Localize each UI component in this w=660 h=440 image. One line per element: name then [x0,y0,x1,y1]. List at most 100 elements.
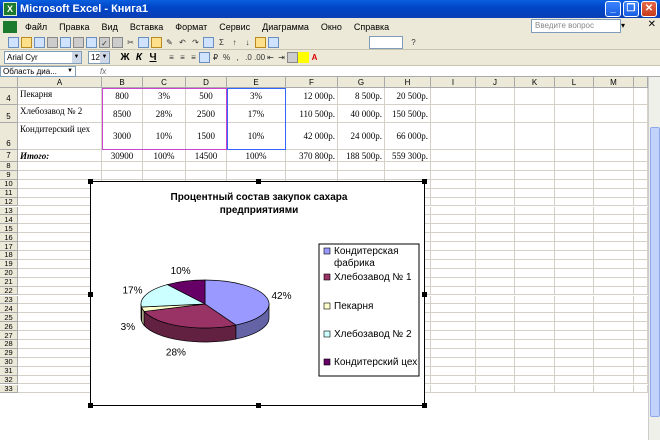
table-cell[interactable] [286,162,338,171]
table-cell[interactable] [555,123,594,150]
table-cell[interactable] [555,286,594,296]
table-cell[interactable] [476,206,515,216]
align-center-icon[interactable]: ≡ [177,52,188,63]
table-cell[interactable] [515,105,555,123]
table-cell[interactable] [634,286,648,296]
table-cell[interactable] [476,123,515,150]
table-cell[interactable] [431,162,476,171]
table-cell[interactable] [476,304,515,314]
table-cell[interactable] [634,105,648,123]
table-cell[interactable] [634,313,648,323]
table-cell[interactable] [18,162,102,171]
table-cell[interactable] [476,286,515,296]
table-cell[interactable] [594,123,634,150]
table-cell[interactable] [555,251,594,260]
table-cell[interactable] [515,150,555,162]
italic-button[interactable]: К [132,51,146,64]
table-cell[interactable] [555,348,594,358]
table-cell[interactable] [515,304,555,314]
table-cell[interactable] [594,233,634,243]
table-cell[interactable] [594,242,634,251]
table-cell[interactable]: 28% [143,105,186,123]
table-cell[interactable] [515,233,555,243]
table-cell[interactable]: 3% [143,88,186,105]
table-cell[interactable] [555,304,594,314]
table-cell[interactable] [431,259,476,269]
table-cell[interactable]: 100% [143,150,186,162]
table-cell[interactable]: 1500 [186,123,227,150]
table-cell[interactable] [515,242,555,251]
menu-format[interactable]: Формат [169,22,213,32]
copy-icon[interactable] [138,36,149,48]
row-header[interactable]: 7 [0,150,18,162]
table-cell[interactable] [431,251,476,260]
table-cell[interactable] [634,268,648,278]
table-cell[interactable] [143,162,186,171]
table-cell[interactable]: 42 000р. [286,123,338,150]
table-cell[interactable] [594,179,634,189]
align-left-icon[interactable]: ≡ [166,52,177,63]
table-cell[interactable]: 800 [102,88,143,105]
column-header-j[interactable]: J [476,77,515,88]
table-cell[interactable] [431,233,476,243]
table-cell[interactable] [431,348,476,358]
table-cell[interactable] [594,259,634,269]
table-cell[interactable] [476,188,515,198]
resize-handle[interactable] [422,292,427,297]
table-cell[interactable] [634,295,648,305]
table-cell[interactable]: Итого: [18,150,102,162]
column-header-i[interactable]: I [431,77,476,88]
table-cell[interactable] [594,348,634,358]
hyperlink-icon[interactable] [203,36,214,48]
table-cell[interactable] [634,277,648,287]
borders-icon[interactable] [287,52,298,63]
fx-icon[interactable]: fx [100,66,106,77]
email-icon[interactable] [60,36,71,48]
print-icon[interactable] [73,36,84,48]
table-cell[interactable] [515,224,555,234]
table-cell[interactable]: 150 500р. [385,105,431,123]
column-header-a[interactable]: A [18,77,102,88]
table-cell[interactable] [431,295,476,305]
table-cell[interactable] [476,313,515,323]
table-cell[interactable] [227,162,286,171]
resize-handle[interactable] [256,179,261,184]
table-cell[interactable] [594,286,634,296]
undo-icon[interactable]: ↶ [177,37,188,48]
table-cell[interactable] [431,304,476,314]
table-cell[interactable] [476,357,515,367]
column-header-h[interactable]: H [385,77,431,88]
drawing-icon[interactable] [268,36,279,48]
table-cell[interactable] [338,170,385,180]
currency-icon[interactable]: ₽ [210,52,221,63]
table-cell[interactable] [515,179,555,189]
table-cell[interactable] [555,215,594,225]
table-cell[interactable] [431,179,476,189]
font-color-icon[interactable]: A [309,52,320,63]
table-cell[interactable]: 17% [227,105,286,123]
table-cell[interactable] [431,88,476,105]
legend-entry[interactable]: Кондитерский цех [334,357,417,368]
table-cell[interactable] [594,268,634,278]
table-cell[interactable] [634,123,648,150]
table-cell[interactable] [431,366,476,376]
help-icon[interactable]: ? [408,37,419,48]
table-cell[interactable] [594,331,634,340]
cut-icon[interactable]: ✂ [125,37,136,48]
table-cell[interactable] [286,170,338,180]
menu-view[interactable]: Вид [96,22,124,32]
table-cell[interactable] [476,277,515,287]
table-cell[interactable] [594,322,634,332]
table-cell[interactable] [431,215,476,225]
table-cell[interactable] [431,242,476,251]
table-cell[interactable] [594,295,634,305]
resize-handle[interactable] [88,179,93,184]
table-cell[interactable] [594,150,634,162]
table-cell[interactable] [515,251,555,260]
table-cell[interactable] [594,304,634,314]
table-cell[interactable] [634,179,648,189]
table-cell[interactable] [555,170,594,180]
table-cell[interactable] [555,206,594,216]
table-cell[interactable] [555,224,594,234]
table-cell[interactable]: 10% [143,123,186,150]
